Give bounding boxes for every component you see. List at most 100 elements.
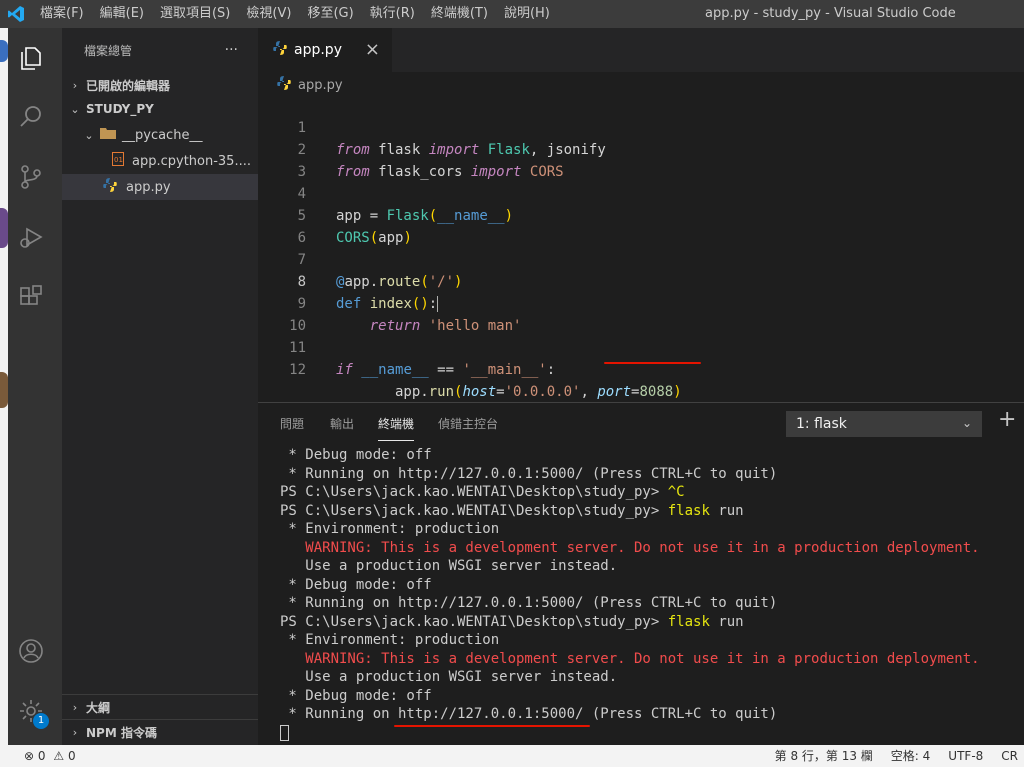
tree-file-cache[interactable]: 01 app.cpython-35.... [62, 148, 258, 174]
menu-selection[interactable]: 選取項目(S) [152, 0, 238, 28]
desktop-artifact [0, 40, 8, 62]
extensions-icon[interactable] [16, 282, 46, 312]
terminal-select[interactable]: 1: flask ⌄ [786, 411, 982, 437]
code-line: 4 app = Flask(__name__) [258, 161, 1024, 224]
desktop-artifact [0, 208, 8, 248]
npm-label: NPM 指令碼 [86, 726, 157, 740]
outline-label: 大綱 [86, 701, 111, 715]
explorer-header: 檔案總管 ··· [62, 28, 258, 72]
terminal-line: * Running on http://127.0.0.1:5000/ (Pre… [280, 595, 778, 611]
cursor-position[interactable]: 第 8 行，第 13 欄 [775, 745, 873, 767]
error-count: 0 [37, 749, 46, 763]
bottom-panel: 問題 輸出 終端機 偵錯主控台 1: flask ⌄ + * Debug mod… [258, 402, 1024, 745]
terminal-line: * Debug mode: off [280, 447, 432, 463]
npm-scripts-section[interactable]: › NPM 指令碼 [62, 719, 258, 745]
code-line: 7 @app.route('/') [258, 227, 1024, 290]
more-actions-button[interactable]: ··· [225, 42, 238, 58]
code-line: 9 return 'hello man' [258, 271, 1024, 334]
page-background [0, 767, 1024, 773]
tree-folder-pycache[interactable]: ⌄ __pycache__ [62, 122, 258, 148]
code-editor[interactable]: app.py 1 from flask import Flask, jsonif… [258, 72, 1024, 402]
search-icon[interactable] [16, 102, 46, 132]
chevron-right-icon: › [72, 78, 78, 92]
activity-bar: 1 [0, 28, 62, 745]
source-control-icon[interactable] [16, 162, 46, 192]
folder-icon [100, 127, 116, 143]
terminal-line: * Debug mode: off [280, 576, 432, 593]
breadcrumb-file[interactable]: app.py [298, 78, 343, 93]
terminal-line: * Environment: production [280, 632, 500, 648]
code-line: 6 [258, 205, 1024, 246]
terminal-line: Use a production WSGI server instead. [280, 669, 618, 685]
terminal-line: * Environment: production [280, 521, 500, 537]
tab-output[interactable]: 輸出 [330, 415, 354, 432]
terminal-line: PS C:\Users\jack.kao.WENTAI\Desktop\stud… [280, 613, 744, 632]
folder-label: __pycache__ [122, 127, 203, 143]
add-terminal-icon[interactable]: + [998, 407, 1016, 432]
window-title: app.py - study_py - Visual Studio Code [705, 6, 956, 21]
encoding[interactable]: UTF-8 [948, 745, 983, 767]
open-editors-label: 已開啟的編輯器 [86, 78, 171, 93]
terminal-line: PS C:\Users\jack.kao.WENTAI\Desktop\stud… [280, 483, 685, 502]
chevron-right-icon: › [72, 701, 78, 714]
python-file-icon [102, 177, 118, 197]
prompt-text: PS C:\Users\jack.kao.WENTAI\Desktop\stud… [280, 484, 668, 500]
tree-file-app-py[interactable]: app.py [62, 174, 258, 200]
breadcrumb[interactable]: app.py [276, 74, 343, 96]
account-icon[interactable] [16, 636, 46, 666]
desktop-artifact [0, 372, 8, 408]
menu-help[interactable]: 說明(H) [496, 0, 558, 28]
terminal-cursor [280, 725, 289, 741]
binary-file-icon: 01 [112, 152, 124, 170]
annotation-underline [604, 362, 701, 364]
run-debug-icon[interactable] [16, 222, 46, 252]
code-line: 5 CORS(app) [258, 183, 1024, 246]
terminal-select-value: 1: flask [796, 416, 847, 432]
tab-app-py[interactable]: app.py × [258, 28, 392, 72]
manage-badge: 1 [33, 713, 49, 729]
prompt-text: PS C:\Users\jack.kao.WENTAI\Desktop\stud… [280, 613, 668, 630]
error-icon: ⊗ [24, 749, 35, 763]
code-text: if __name__ == '__main__': [336, 362, 556, 378]
indentation[interactable]: 空格: 4 [891, 745, 931, 767]
code-line: 10 [258, 293, 1024, 334]
menu-view[interactable]: 檢視(V) [238, 0, 299, 28]
open-editors-section[interactable]: › 已開啟的編輯器 [62, 72, 258, 98]
menu-go[interactable]: 移至(G) [299, 0, 361, 28]
project-section[interactable]: ⌄ STUDY_PY [62, 96, 258, 122]
status-bar: ⊗ 0 ⚠ 0 第 8 行，第 13 欄 空格: 4 UTF-8 CR [0, 745, 1024, 767]
code-line: 1 from flask import Flask, jsonify [258, 95, 1024, 158]
line-ending[interactable]: CR [1001, 745, 1018, 767]
warning-count: 0 [67, 749, 76, 763]
python-file-icon [272, 40, 288, 60]
vscode-logo-icon [0, 0, 32, 28]
code-line: 2 from flask_cors import CORS [258, 117, 1024, 180]
command-text: flask [667, 502, 710, 519]
menu-bar: 檔案(F) 編輯(E) 選取項目(S) 檢視(V) 移至(G) 執行(R) 終端… [32, 0, 558, 28]
menu-terminal[interactable]: 終端機(T) [423, 0, 496, 28]
code-line: 11 if __name__ == '__main__': [258, 315, 1024, 378]
close-icon[interactable]: × [365, 39, 380, 60]
file-label: app.py [126, 179, 171, 195]
tab-problems[interactable]: 問題 [280, 415, 304, 432]
explorer-icon[interactable] [16, 42, 46, 72]
terminal-line: PS C:\Users\jack.kao.WENTAI\Desktop\stud… [280, 502, 744, 521]
terminal-line: * Running on http://127.0.0.1:5000/ (Pre… [280, 465, 778, 482]
tab-terminal[interactable]: 終端機 [378, 415, 415, 441]
menu-run[interactable]: 執行(R) [362, 0, 423, 28]
terminal-line: Use a production WSGI server instead. [280, 558, 618, 574]
chevron-right-icon: › [72, 726, 78, 739]
status-right: 第 8 行，第 13 欄 空格: 4 UTF-8 CR [775, 745, 1024, 767]
menu-edit[interactable]: 編輯(E) [92, 0, 152, 28]
code-line: 3 [258, 139, 1024, 180]
problems-status[interactable]: ⊗ 0 ⚠ 0 [24, 745, 76, 767]
menu-file[interactable]: 檔案(F) [32, 0, 92, 28]
annotation-underline [394, 725, 590, 727]
outline-section[interactable]: › 大綱 [62, 694, 258, 720]
editor-tab-bar: app.py × [258, 28, 1024, 72]
terminal-warning: WARNING: This is a development server. D… [280, 539, 980, 556]
tab-debug-console[interactable]: 偵錯主控台 [438, 415, 498, 432]
terminal-line: * Running on http://127.0.0.1:5000/ (Pre… [280, 706, 778, 722]
explorer-title: 檔案總管 [84, 43, 133, 58]
terminal-line: * Debug mode: off [280, 687, 432, 704]
